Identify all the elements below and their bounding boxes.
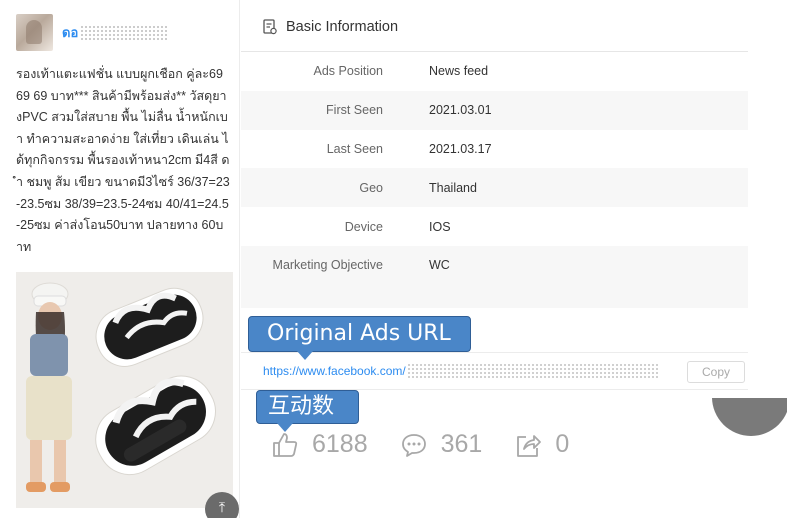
ad-url-row: https://www.facebook.com/ Copy [241,352,748,390]
advertiser-header[interactable]: ดอ [16,14,169,51]
info-row-ads-position: Ads Position News feed [241,52,748,91]
shares-stat: 0 [514,430,569,459]
ad-preview-panel: ดอ รองเท้าแตะแฟชั่น แบบผูกเชือก คู่ละ69 … [0,0,240,518]
info-value: IOS [429,219,451,234]
engagement-stats: 6188 361 0 [271,430,601,459]
section-title: Basic Information [286,19,399,35]
info-row-marketing-objective: Marketing Objective WC [241,245,748,285]
advertiser-avatar[interactable] [16,14,53,51]
advertiser-name-redacted [80,24,169,41]
info-key: First Seen [326,103,383,118]
comments-stat: 361 [400,430,483,459]
info-row-last-seen: Last Seen 2021.03.17 [241,130,748,169]
info-value: 2021.03.01 [429,103,492,118]
info-key: Ads Position [313,64,383,79]
floating-action-button[interactable] [712,398,787,436]
back-to-top-button[interactable]: ⤒ [205,492,239,518]
info-value: WC [429,258,450,273]
copy-url-button[interactable]: Copy [687,361,745,383]
floating-action-clip [700,398,787,438]
basic-info-table: Ads Position News feed First Seen 2021.0… [241,52,748,285]
info-row-device: Device IOS [241,207,748,246]
info-key: Device [344,219,383,234]
info-key: Marketing Objective [272,258,383,273]
original-ads-url-callout: Original Ads URL [248,316,471,360]
post-caption: รองเท้าแตะแฟชั่น แบบผูกเชือก คู่ละ69 69 … [16,67,230,254]
table-footer-shade [241,285,748,308]
advertiser-name-text[interactable]: ดอ [62,22,78,43]
document-icon [263,19,277,35]
info-value: News feed [429,64,489,79]
ad-url-redacted [406,363,659,379]
interaction-count-callout: 互动数 [256,390,359,432]
info-value: Thailand [429,180,477,195]
comments-count: 361 [440,430,483,458]
details-panel: Basic Information Ads Position News feed… [241,0,787,518]
ad-creative-illustration [16,272,233,508]
ad-creative-image[interactable] [16,272,233,508]
info-row-first-seen: First Seen 2021.03.01 [241,90,748,130]
comment-icon [401,433,426,457]
thumbs-up-icon [273,432,298,457]
info-value: 2021.03.17 [429,141,492,156]
likes-stat: 6188 [271,430,368,459]
share-icon [517,434,542,457]
info-key: Geo [359,180,383,195]
basic-info-header: Basic Information [263,19,398,35]
back-to-top-icon: ⤒ [218,499,226,515]
shares-count: 0 [555,430,570,458]
ad-url-link[interactable]: https://www.facebook.com/ [263,364,406,378]
likes-count: 6188 [312,430,368,458]
advertiser-name[interactable]: ดอ [62,22,169,43]
info-key: Last Seen [326,141,383,156]
info-row-geo: Geo Thailand [241,168,748,208]
